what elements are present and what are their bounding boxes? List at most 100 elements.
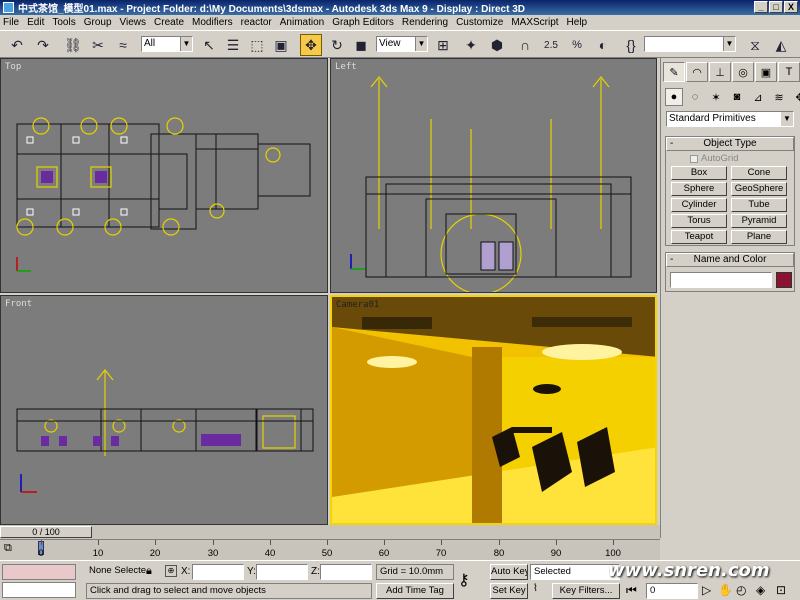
name-and-color-header[interactable]: - Name and Color xyxy=(666,253,794,267)
play-icon[interactable]: ▷ xyxy=(702,583,711,597)
named-selection-dropdown[interactable]: ▼ xyxy=(644,36,736,52)
maximize-button[interactable]: □ xyxy=(769,1,783,13)
menu-views[interactable]: Views xyxy=(120,17,147,28)
viewport-front[interactable]: Front xyxy=(0,295,328,525)
viewport-left[interactable]: Left xyxy=(330,58,657,293)
utilities-tab-icon[interactable]: T xyxy=(778,62,800,82)
menu-edit[interactable]: Edit xyxy=(27,17,44,28)
display-tab-icon[interactable]: ▣ xyxy=(755,62,777,82)
key-filters-button[interactable]: Key Filters... xyxy=(552,583,620,599)
geometry-icon[interactable]: ● xyxy=(665,88,683,106)
helpers-icon[interactable]: ⊿ xyxy=(749,88,767,106)
viewport-top-label[interactable]: Top xyxy=(5,62,21,72)
unlink-icon[interactable]: ✂ xyxy=(87,34,109,56)
shapes-icon[interactable]: ◌ xyxy=(686,88,704,106)
select-link-icon[interactable]: ⛓ xyxy=(62,34,84,56)
close-button[interactable]: X xyxy=(784,1,798,13)
select-by-name-icon[interactable]: ☰ xyxy=(222,34,244,56)
menu-maxscript[interactable]: MAXScript xyxy=(511,17,558,28)
key-filter-selection-dropdown[interactable]: Selected xyxy=(530,564,620,580)
maxscript-listener-mini[interactable] xyxy=(2,564,76,580)
menu-group[interactable]: Group xyxy=(84,17,112,28)
object-type-header[interactable]: - Object Type xyxy=(666,137,794,151)
absolute-mode-icon[interactable]: ⊕ xyxy=(165,565,177,577)
create-tab-icon[interactable]: ✎ xyxy=(663,62,685,82)
reference-coordinate-dropdown[interactable]: View ▼ xyxy=(376,36,428,52)
menu-animation[interactable]: Animation xyxy=(280,17,324,28)
orbit-icon[interactable]: ◴ xyxy=(736,583,746,597)
select-and-scale-icon[interactable]: ◼ xyxy=(350,34,372,56)
viewport-left-label[interactable]: Left xyxy=(335,62,357,72)
motion-tab-icon[interactable]: ◎ xyxy=(732,62,754,82)
auto-key-button[interactable]: Auto Key xyxy=(490,564,528,580)
current-frame-field[interactable]: 0 xyxy=(646,583,698,599)
select-and-move-icon[interactable]: ✥ xyxy=(300,34,322,56)
viewport-front-label[interactable]: Front xyxy=(5,299,32,309)
teapot-button[interactable]: Teapot xyxy=(671,230,727,244)
primitive-category-dropdown[interactable]: Standard Primitives ▼ xyxy=(666,111,794,127)
mirror-icon[interactable]: ⧖ xyxy=(744,34,766,56)
minimize-button[interactable]: _ xyxy=(754,1,768,13)
selection-filter-dropdown[interactable]: All ▼ xyxy=(141,36,193,52)
autogrid-checkbox[interactable]: AutoGrid xyxy=(690,153,739,164)
keyboard-shortcut-override-icon[interactable]: ⬢ xyxy=(486,34,508,56)
menu-rendering[interactable]: Rendering xyxy=(402,17,448,28)
lights-icon[interactable]: ✶ xyxy=(707,88,725,106)
percent-snap-icon[interactable]: % xyxy=(566,34,588,56)
pan-view-icon[interactable]: ✋ xyxy=(718,583,733,597)
redo-icon[interactable]: ↷ xyxy=(32,34,54,56)
rectangular-selection-icon[interactable]: ⬚ xyxy=(246,34,268,56)
x-coord-field[interactable] xyxy=(192,564,244,580)
set-key-mode-icon[interactable]: ⚷ xyxy=(458,570,470,590)
tube-button[interactable]: Tube xyxy=(731,198,787,212)
lock-selection-icon[interactable]: 🔒︎ xyxy=(146,565,152,578)
object-name-field[interactable] xyxy=(670,272,772,288)
menu-customize[interactable]: Customize xyxy=(456,17,503,28)
time-slider[interactable]: 0 / 100 xyxy=(0,525,660,539)
object-color-swatch[interactable] xyxy=(776,272,792,288)
menu-help[interactable]: Help xyxy=(567,17,588,28)
space-warps-icon[interactable]: ≋ xyxy=(770,88,788,106)
menu-file[interactable]: File xyxy=(3,17,19,28)
menu-tools[interactable]: Tools xyxy=(52,17,75,28)
menu-graph-editors[interactable]: Graph Editors xyxy=(332,17,394,28)
maxscript-input-mini[interactable] xyxy=(2,582,76,598)
field-of-view-icon[interactable]: ◈ xyxy=(756,583,765,597)
select-and-rotate-icon[interactable]: ↻ xyxy=(326,34,348,56)
time-slider-thumb[interactable]: 0 / 100 xyxy=(0,526,92,538)
menu-reactor[interactable]: reactor xyxy=(241,17,272,28)
box-button[interactable]: Box xyxy=(671,166,727,180)
bind-space-warp-icon[interactable]: ≈ xyxy=(112,34,134,56)
add-time-tag-button[interactable]: Add Time Tag xyxy=(376,583,454,599)
angle-snap-icon[interactable]: 2.5 xyxy=(540,34,562,56)
z-coord-field[interactable] xyxy=(320,564,372,580)
geosphere-button[interactable]: GeoSphere xyxy=(731,182,787,196)
maximize-viewport-icon[interactable]: ⊡ xyxy=(776,583,786,597)
app-icon[interactable] xyxy=(3,2,14,13)
goto-start-icon[interactable]: ⏮︎ xyxy=(626,583,637,598)
menu-modifiers[interactable]: Modifiers xyxy=(192,17,233,28)
cameras-icon[interactable]: ◙ xyxy=(728,88,746,106)
named-selection-sets-icon[interactable]: {} xyxy=(620,34,642,56)
y-coord-field[interactable] xyxy=(256,564,308,580)
undo-icon[interactable]: ↶ xyxy=(6,34,28,56)
mini-curve-editor-icon[interactable]: ⧉ xyxy=(4,542,24,556)
systems-icon[interactable]: ✥ xyxy=(791,88,800,106)
viewport-top[interactable]: Top xyxy=(0,58,328,293)
window-crossing-icon[interactable]: ▣ xyxy=(270,34,292,56)
snaps-toggle-icon[interactable]: ∩ xyxy=(514,34,536,56)
viewport-camera[interactable]: Camera01 xyxy=(330,295,657,525)
select-object-icon[interactable]: ↖ xyxy=(198,34,220,56)
spinner-snap-icon[interactable]: ◐ xyxy=(592,34,614,56)
cylinder-button[interactable]: Cylinder xyxy=(671,198,727,212)
pyramid-button[interactable]: Pyramid xyxy=(731,214,787,228)
menu-create[interactable]: Create xyxy=(154,17,184,28)
set-key-button[interactable]: Set Key xyxy=(490,583,528,599)
sphere-button[interactable]: Sphere xyxy=(671,182,727,196)
modify-tab-icon[interactable]: ◠ xyxy=(686,62,708,82)
key-curve-icon[interactable]: ⌇ xyxy=(533,583,547,597)
hierarchy-tab-icon[interactable]: ⊥ xyxy=(709,62,731,82)
plane-button[interactable]: Plane xyxy=(731,230,787,244)
manipulate-icon[interactable]: ✦ xyxy=(460,34,482,56)
trackbar[interactable]: ⧉ 0 10 20 30 40 50 60 70 80 90 100 xyxy=(0,539,660,560)
